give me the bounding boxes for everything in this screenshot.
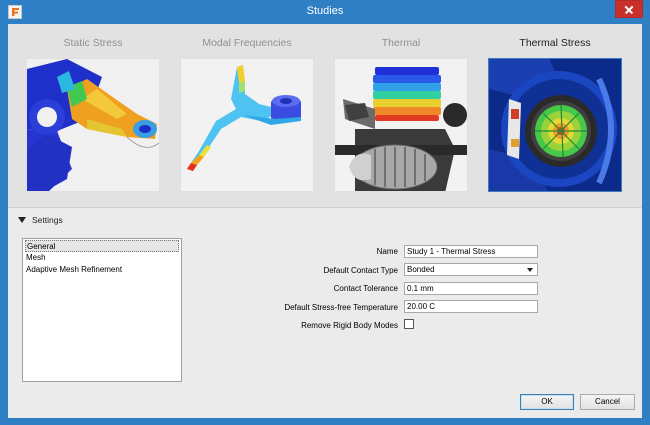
settings-toggle[interactable]: Settings [18,214,78,228]
dialog-body: Static Stress Modal Frequencies Thermal … [8,24,642,418]
ok-button[interactable]: OK [520,394,574,410]
static-stress-bracket-image [27,59,159,191]
title-bar[interactable]: Studies [0,0,650,24]
contact-type-label: Default Contact Type [323,266,398,275]
settings-label: Settings [32,215,63,225]
thermal-stress-turbine-image [489,59,621,191]
contact-tolerance-field[interactable]: 0.1 mm [404,282,538,295]
study-card-label: Modal Frequencies [202,37,292,49]
window-title: Studies [306,5,344,17]
close-button[interactable] [615,0,643,18]
stress-free-temperature-label: Default Stress-free Temperature [284,303,398,312]
contact-type-select[interactable]: Bonded [404,263,538,276]
chevron-down-icon [527,268,533,272]
thermal-thumbnail [334,58,468,192]
name-field[interactable]: Study 1 - Thermal Stress [404,245,538,258]
study-card-thermal-stress[interactable]: Thermal Stress [486,32,624,196]
study-card-thermal[interactable]: Thermal [332,32,470,196]
collapse-arrow-icon [18,217,26,223]
studies-dialog: Studies Static Stress Modal Frequencies … [0,0,650,425]
study-card-label: Thermal [381,37,421,49]
remove-rigid-body-modes-label: Remove Rigid Body Modes [301,321,398,330]
contact-tolerance-label: Contact Tolerance [333,284,398,293]
cancel-button[interactable]: Cancel [580,394,635,410]
modal-frequencies-beam-image [181,59,313,191]
study-type-gallery: Static Stress Modal Frequencies Thermal … [8,24,642,208]
contact-type-value: Bonded [407,265,435,274]
modal-frequencies-thumbnail [180,58,314,192]
remove-rigid-body-modes-checkbox[interactable] [404,319,414,329]
thermal-engine-image [335,59,467,191]
study-card-static-stress[interactable]: Static Stress [24,32,162,196]
thermal-stress-thumbnail [488,58,622,192]
static-stress-thumbnail [26,58,160,192]
study-card-modal-frequencies[interactable]: Modal Frequencies [178,32,316,196]
study-card-label: Static Stress [63,37,123,49]
stress-free-temperature-field[interactable]: 20.00 C [404,300,538,313]
study-card-label: Thermal Stress [519,37,591,49]
name-label: Name [376,247,398,256]
